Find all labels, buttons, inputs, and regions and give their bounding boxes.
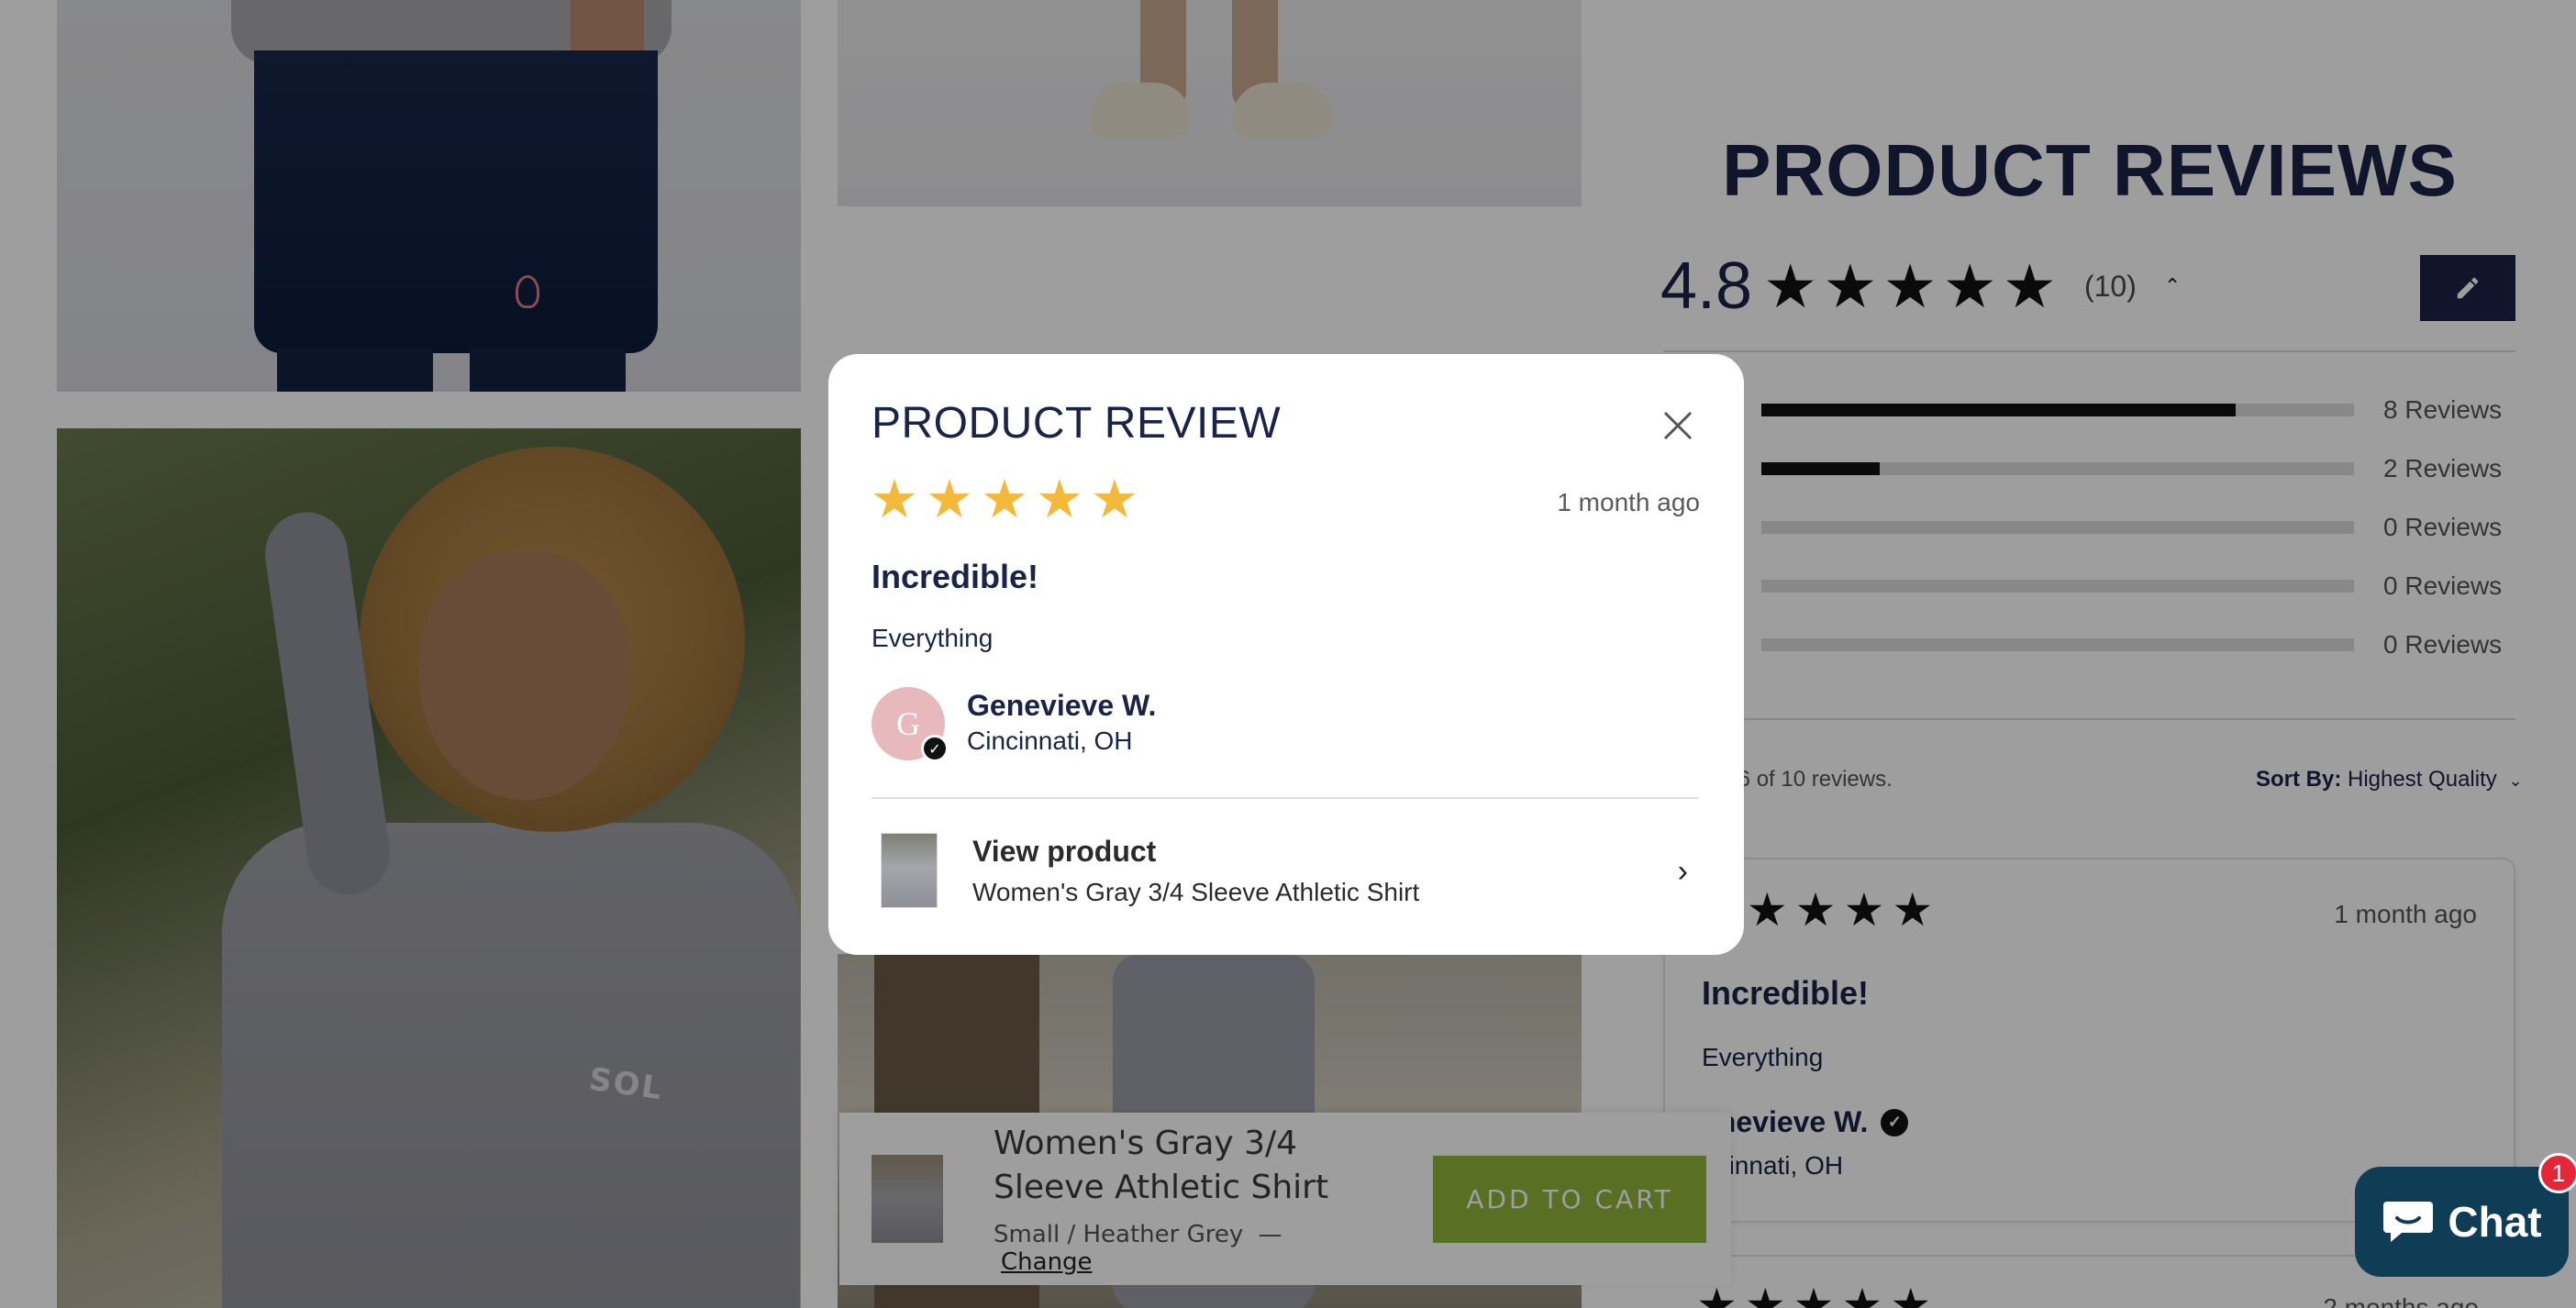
star-icon: ★: [871, 470, 918, 529]
view-product-link[interactable]: View product Women's Gray 3/4 Sleeve Ath…: [872, 826, 1699, 914]
avatar-initial: G: [896, 705, 920, 742]
star-icon: ★: [1036, 470, 1083, 529]
modal-stars: ★ ★ ★ ★ ★: [871, 473, 1138, 527]
chat-badge: 1: [2538, 1153, 2576, 1193]
star-icon: ★: [1091, 470, 1138, 529]
modal-review-title: Incredible!: [872, 558, 1039, 595]
avatar: G ✓: [872, 687, 949, 762]
product-thumbnail: [881, 833, 938, 908]
review-modal: PRODUCT REVIEW ★ ★ ★ ★ ★ 1 month ago Inc…: [828, 354, 1744, 955]
modal-title: PRODUCT REVIEW: [872, 399, 1282, 448]
view-product-label: View product: [972, 834, 1157, 868]
chat-bubble-icon: [2383, 1202, 2434, 1242]
chat-button[interactable]: Chat: [2355, 1167, 2569, 1277]
star-icon: ★: [981, 470, 1028, 529]
view-product-text: View product Women's Gray 3/4 Sleeve Ath…: [972, 835, 1419, 907]
divider: [872, 797, 1699, 799]
close-icon[interactable]: [1660, 407, 1696, 444]
modal-review-date: 1 month ago: [1557, 488, 1700, 516]
view-product-name: Women's Gray 3/4 Sleeve Athletic Shirt: [972, 877, 1420, 906]
verified-check-icon: ✓: [921, 735, 949, 762]
chat-label: Chat: [2448, 1198, 2542, 1246]
modal-reviewer-name: Genevieve W.: [967, 689, 1157, 722]
chevron-right-icon: ›: [1677, 854, 1688, 889]
modal-review-body: Everything: [872, 624, 994, 652]
star-icon: ★: [926, 470, 973, 529]
modal-reviewer-location: Cincinnati, OH: [967, 726, 1133, 755]
